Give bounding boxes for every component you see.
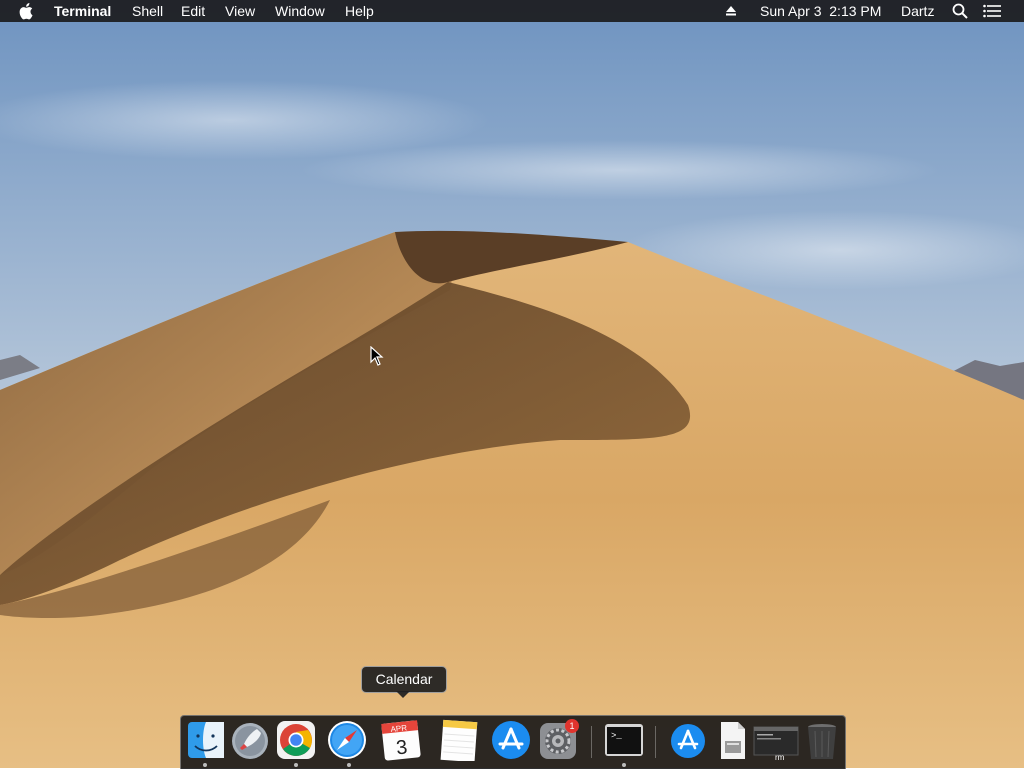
app-store-folder-icon[interactable] [667,719,709,761]
notification-badge: 1 [565,719,579,733]
running-indicator [622,763,626,767]
trash-icon[interactable] [801,719,843,761]
apple-icon[interactable] [19,0,35,22]
terminal-window-caption: rm [775,753,785,762]
calendar-month: APR [390,723,408,734]
app-store-icon[interactable] [490,719,532,761]
mouse-pointer-icon [370,346,384,366]
gear-icon[interactable]: 1 [537,719,579,761]
dock: APR 3 1 >_ rm [180,715,846,769]
desktop-wallpaper [0,0,1024,768]
clock[interactable]: Sun Apr 3 2:13 PM [760,0,881,22]
running-indicator [347,763,351,767]
menu-shell[interactable]: Shell [132,0,163,22]
compass-icon[interactable] [326,719,368,761]
menu-bar: Terminal Shell Edit View Window Help Sun… [0,0,1024,22]
running-indicator [203,763,207,767]
eject-icon[interactable] [725,0,737,22]
magnifying-glass-icon[interactable] [952,0,968,22]
menu-help[interactable]: Help [345,0,374,22]
dock-separator [591,726,592,758]
menu-window[interactable]: Window [275,0,325,22]
terminal-prompt: >_ [611,731,622,741]
list-icon[interactable] [983,0,1001,22]
menu-edit[interactable]: Edit [181,0,205,22]
notepad-icon[interactable] [438,719,480,763]
user-name[interactable]: Dartz [901,0,934,22]
menu-app-name[interactable]: Terminal [54,0,111,22]
calendar-day: 3 [395,736,408,759]
rocket-icon[interactable] [229,719,271,761]
finder-icon[interactable] [185,719,227,761]
dock-separator [655,726,656,758]
calendar-icon[interactable]: APR 3 [380,719,422,761]
running-indicator [294,763,298,767]
tooltip-arrow [396,691,410,698]
terminal-icon[interactable]: >_ [603,719,645,761]
terminal-window-icon[interactable]: rm [753,719,799,762]
document-icon[interactable] [711,719,753,761]
menu-view[interactable]: View [225,0,255,22]
chrome-icon[interactable] [275,719,317,761]
dock-tooltip: Calendar [361,666,447,693]
